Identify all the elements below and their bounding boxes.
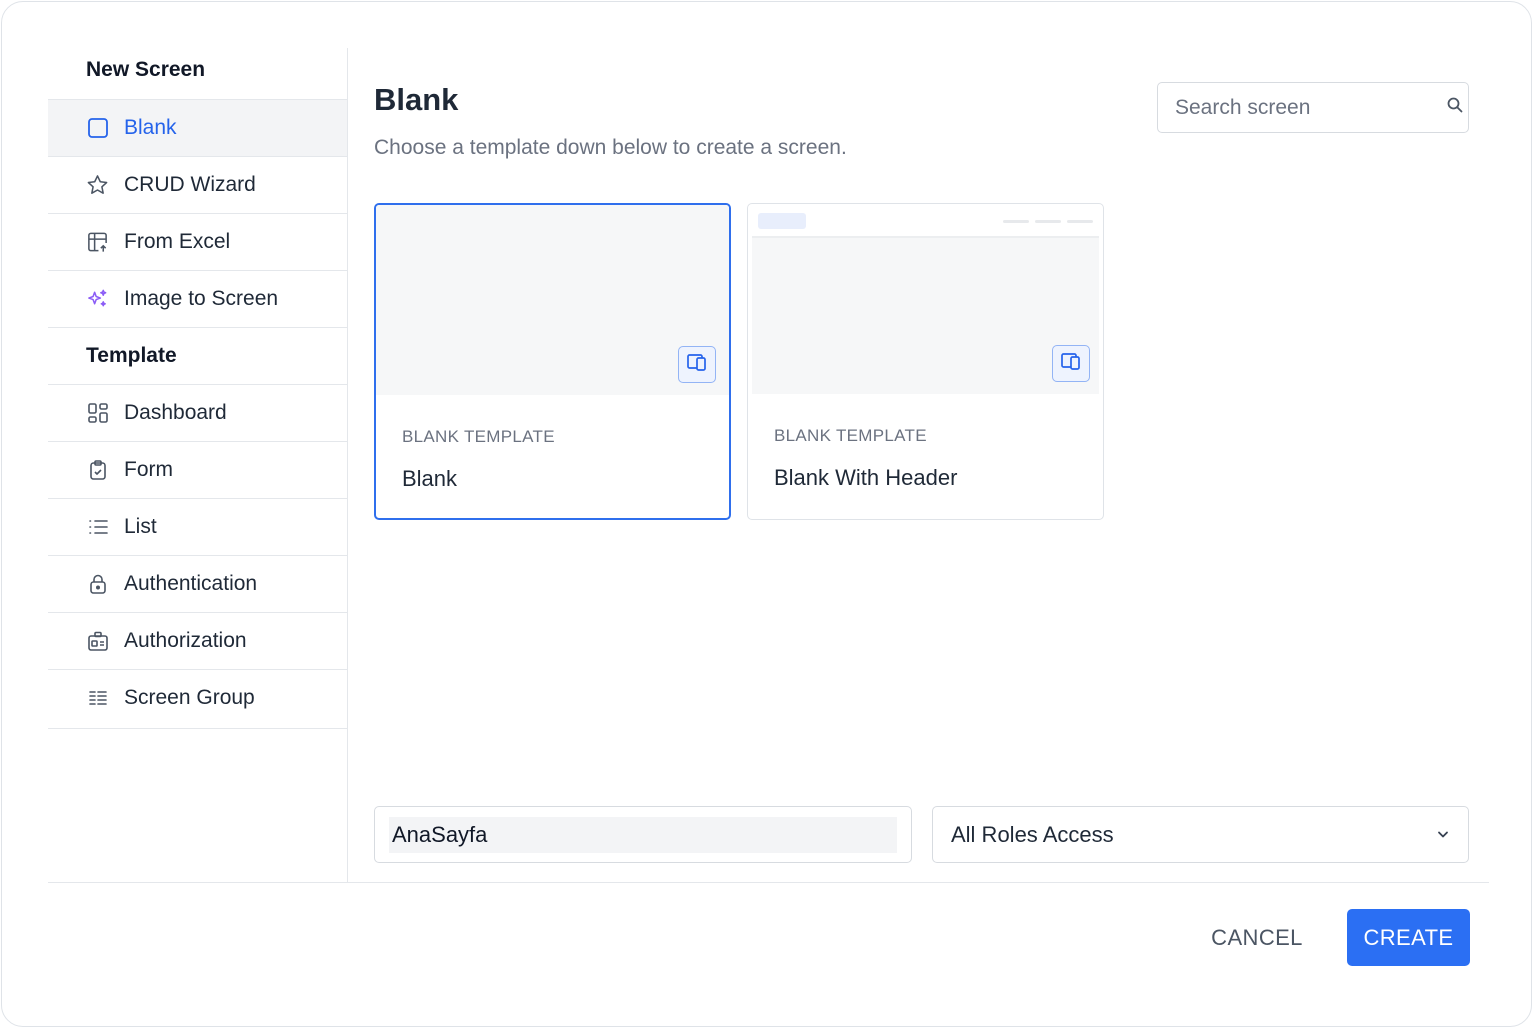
search-icon[interactable] [1446, 96, 1464, 119]
screen-name-input[interactable] [389, 817, 897, 853]
table-upload-icon [86, 231, 109, 254]
sidebar-item-blank[interactable]: Blank [48, 99, 347, 156]
sidebar-item-from-excel[interactable]: From Excel [48, 213, 347, 270]
role-access-select[interactable]: All Roles Access [932, 806, 1469, 863]
devices-icon [1060, 351, 1082, 376]
sidebar-item-screen-group[interactable]: Screen Group [48, 669, 347, 726]
sidebar-item-list[interactable]: List [48, 498, 347, 555]
device-preview-button[interactable] [678, 346, 716, 383]
create-button[interactable]: CREATE [1347, 909, 1470, 966]
sidebar-item-label: CRUD Wizard [124, 173, 256, 196]
sidebar-item-label: Authentication [124, 572, 258, 595]
sidebar-item-image-to-screen[interactable]: Image to Screen [48, 270, 347, 327]
star-icon [86, 174, 109, 197]
sparkles-icon [86, 288, 109, 311]
page-subtitle: Choose a template down below to create a… [374, 136, 847, 159]
template-section-header: Template [48, 327, 347, 384]
device-preview-button[interactable] [1052, 345, 1090, 382]
chevron-down-icon [1436, 826, 1450, 844]
sidebar: New Screen Blank CRUD Wizard From Excel … [48, 48, 348, 883]
sidebar-item-label: Blank [124, 116, 177, 139]
sidebar-item-label: Form [124, 458, 173, 481]
cancel-button[interactable]: CANCEL [1194, 910, 1320, 966]
devices-icon [686, 352, 708, 377]
footer-divider [48, 882, 1489, 883]
sidebar-item-label: Image to Screen [124, 287, 279, 310]
sidebar-item-label: Dashboard [124, 401, 227, 424]
id-badge-icon [86, 630, 109, 653]
dashboard-icon [86, 402, 109, 425]
sidebar-item-authentication[interactable]: Authentication [48, 555, 347, 612]
grouped-list-icon [86, 687, 109, 710]
sidebar-item-crud-wizard[interactable]: CRUD Wizard [48, 156, 347, 213]
template-preview [752, 208, 1099, 394]
new-screen-heading: New Screen [86, 58, 206, 81]
template-name: Blank With Header [774, 465, 958, 490]
template-name: Blank [402, 466, 458, 491]
preview-header-bar [752, 208, 1099, 238]
new-screen-dialog: New Screen Blank CRUD Wizard From Excel … [1, 1, 1532, 1027]
sidebar-item-form[interactable]: Form [48, 441, 347, 498]
search-box[interactable] [1157, 82, 1469, 133]
template-heading: Template [86, 344, 177, 367]
role-access-value: All Roles Access [951, 821, 1114, 847]
divider [48, 728, 347, 729]
sidebar-item-label: Screen Group [124, 686, 255, 709]
template-card-blank[interactable]: BLANK TEMPLATE Blank [374, 203, 731, 520]
square-icon [86, 117, 109, 140]
template-preview [376, 205, 729, 395]
sidebar-item-dashboard[interactable]: Dashboard [48, 384, 347, 441]
list-icon [86, 516, 109, 539]
sidebar-item-authorization[interactable]: Authorization [48, 612, 347, 669]
search-input[interactable] [1175, 95, 1446, 120]
page-title: Blank [374, 82, 459, 117]
sidebar-item-label: From Excel [124, 230, 231, 253]
template-card-blank-with-header[interactable]: BLANK TEMPLATE Blank With Header [747, 203, 1104, 520]
lock-icon [86, 573, 109, 596]
template-kicker: BLANK TEMPLATE [402, 427, 555, 446]
sidebar-item-label: List [124, 515, 157, 538]
screen-name-field[interactable] [374, 806, 912, 863]
sidebar-item-label: Authorization [124, 629, 247, 652]
template-kicker: BLANK TEMPLATE [774, 426, 927, 445]
clipboard-check-icon [86, 459, 109, 482]
